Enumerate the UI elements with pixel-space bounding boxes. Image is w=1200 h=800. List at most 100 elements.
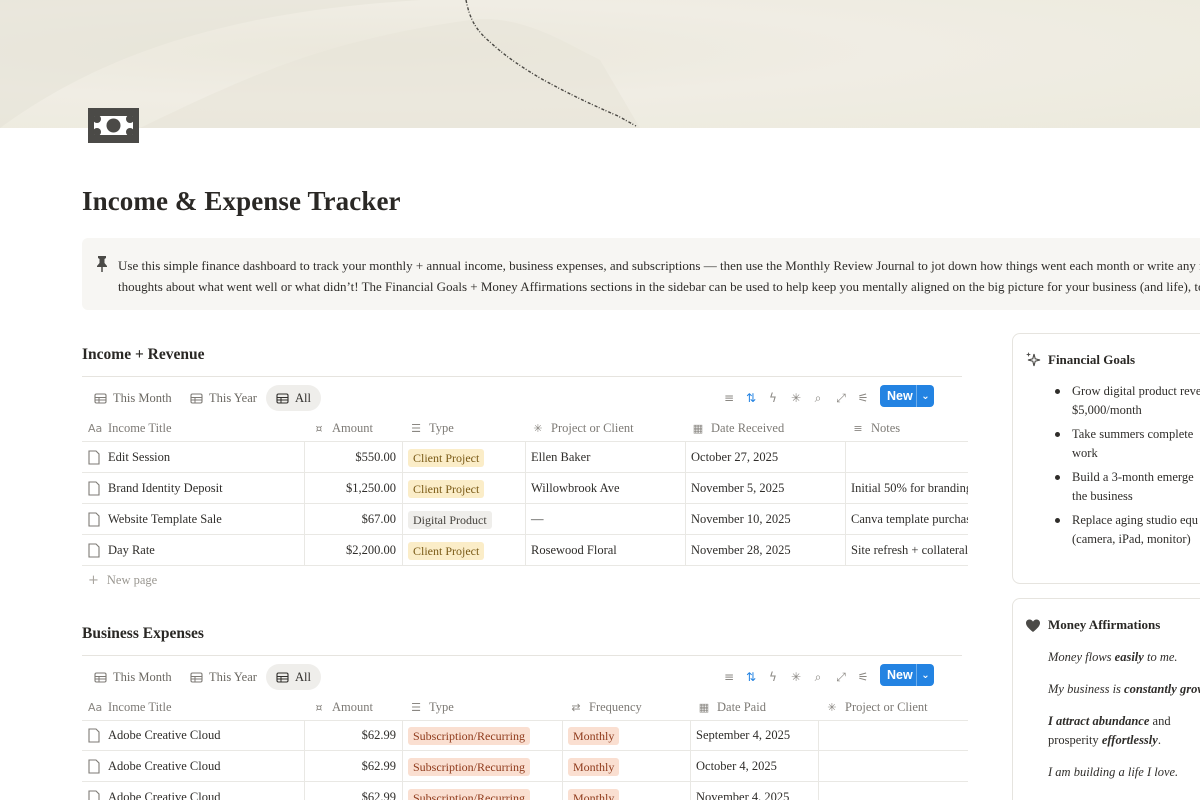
table-row[interactable]: Brand Identity Deposit $1,250.00 Client … [82,473,968,504]
table-row[interactable]: Adobe Creative Cloud $62.99 Subscription… [82,751,968,782]
cell-type[interactable]: Client Project [402,442,525,473]
column-header-notes[interactable]: ≡ Notes [845,414,900,442]
tab-this-month[interactable]: This Month [84,385,182,411]
cell-amount[interactable]: $2,200.00 [304,535,402,566]
search-icon[interactable]: ⌕ [810,669,826,685]
cell-title[interactable]: Edit Session [82,442,304,473]
cell-type[interactable]: Client Project [402,473,525,504]
cell-frequency[interactable]: Monthly [562,782,690,800]
cell-date[interactable]: November 28, 2025 [685,535,845,566]
affirmation-text: Money flows [1048,650,1115,664]
cell-project[interactable]: Willowbrook Ave [525,473,685,504]
column-header-title[interactable]: Aa Income Title [82,693,172,721]
column-header-frequency[interactable]: ⇄ Frequency [563,693,641,721]
search-icon[interactable]: ⌕ [810,390,826,406]
table-row[interactable]: Website Template Sale $67.00 Digital Pro… [82,504,968,535]
column-header-amount[interactable]: ¤ Amount [306,414,373,442]
cell-project[interactable]: Rosewood Floral [525,535,685,566]
new-button[interactable]: New ⌄ [880,385,934,407]
cell-notes[interactable]: Site refresh + collateral u [845,535,968,566]
cell-date[interactable]: November 10, 2025 [685,504,845,535]
cell-notes[interactable] [845,442,968,473]
type-tag: Subscription/Recurring [408,726,530,745]
tab-label: This Month [113,390,172,405]
heart-icon [1026,619,1040,632]
cell-project[interactable]: — [525,504,685,535]
affirmation-text: . [1157,733,1161,747]
column-header-date[interactable]: ▦ Date Paid [691,693,766,721]
sparkles-icon [1026,352,1041,367]
bullet [1055,432,1060,437]
expand-icon[interactable]: ⤢ [833,390,849,406]
column-label: Amount [332,699,373,714]
table-row[interactable]: Edit Session $550.00 Client Project Elle… [82,442,968,473]
cell-project[interactable] [818,782,968,800]
cell-project[interactable] [818,751,968,782]
page-icon [88,512,100,527]
cell-title[interactable]: Brand Identity Deposit [82,473,304,504]
tab-all[interactable]: All [266,664,321,690]
tab-all[interactable]: All [266,385,321,411]
cell-title[interactable]: Website Template Sale [82,504,304,535]
column-header-amount[interactable]: ¤ Amount [306,693,373,721]
sort-icon[interactable]: ⇅ [743,390,759,406]
table-row[interactable]: Adobe Creative Cloud $62.99 Subscription… [82,782,968,800]
column-header-date[interactable]: ▦ Date Received [685,414,784,442]
cell-type[interactable]: Subscription/Recurring [402,782,562,800]
new-page-button[interactable]: + New page [88,573,157,588]
sparkle-icon[interactable]: ✳ [788,390,804,406]
cell-title[interactable]: Adobe Creative Cloud [82,720,304,751]
new-button[interactable]: New ⌄ [880,664,934,686]
expand-icon[interactable]: ⤢ [833,669,849,685]
cell-title[interactable]: Day Rate [82,535,304,566]
cell-project[interactable] [818,720,968,751]
column-header-project[interactable]: ✳ Project or Client [525,414,633,442]
cell-date[interactable]: September 4, 2025 [690,720,818,751]
column-header-type[interactable]: ☰ Type [403,414,454,442]
cell-notes[interactable]: Initial 50% for branding [845,473,968,504]
filter-icon[interactable]: ≡ [721,669,737,685]
intro-callout: Use this simple finance dashboard to tra… [82,238,1200,310]
cell-project[interactable]: Ellen Baker [525,442,685,473]
cell-title[interactable]: Adobe Creative Cloud [82,751,304,782]
cell-amount[interactable]: $67.00 [304,504,402,535]
cell-type[interactable]: Subscription/Recurring [402,751,562,782]
lightning-icon[interactable]: ϟ [765,669,781,685]
cell-title[interactable]: Adobe Creative Cloud [82,782,304,800]
table-row[interactable]: Adobe Creative Cloud $62.99 Subscription… [82,720,968,751]
settings-icon[interactable]: ⚟ [855,390,871,406]
cell-type[interactable]: Digital Product [402,504,525,535]
page-icon [88,481,100,496]
column-header-type[interactable]: ☰ Type [403,693,454,721]
column-header-title[interactable]: Aa Income Title [82,414,172,442]
chevron-down-icon[interactable]: ⌄ [917,391,934,402]
cell-frequency[interactable]: Monthly [562,751,690,782]
cell-amount[interactable]: $550.00 [304,442,402,473]
tab-this-year[interactable]: This Year [180,664,267,690]
cell-type[interactable]: Client Project [402,535,525,566]
cell-amount[interactable]: $62.99 [304,782,402,800]
filter-icon[interactable]: ≡ [721,390,737,406]
sparkle-icon[interactable]: ✳ [788,669,804,685]
cell-date[interactable]: November 5, 2025 [685,473,845,504]
chevron-down-icon[interactable]: ⌄ [917,670,934,681]
lightning-icon[interactable]: ϟ [765,390,781,406]
cell-amount[interactable]: $1,250.00 [304,473,402,504]
sort-icon[interactable]: ⇅ [743,669,759,685]
cell-frequency[interactable]: Monthly [562,720,690,751]
frequency-tag: Monthly [568,757,620,776]
cell-date[interactable]: November 4, 2025 [690,782,818,800]
table-row[interactable]: Day Rate $2,200.00 Client Project Rosewo… [82,535,968,566]
cell-type[interactable]: Subscription/Recurring [402,720,562,751]
cell-date[interactable]: October 4, 2025 [690,751,818,782]
settings-icon[interactable]: ⚟ [855,669,871,685]
money-icon[interactable] [88,108,139,143]
cell-amount[interactable]: $62.99 [304,751,402,782]
tab-this-year[interactable]: This Year [180,385,267,411]
cell-amount[interactable]: $62.99 [304,720,402,751]
column-header-project[interactable]: ✳ Project or Client [819,693,927,721]
tab-this-month[interactable]: This Month [84,664,182,690]
tab-label: This Year [209,390,257,405]
cell-date[interactable]: October 27, 2025 [685,442,845,473]
cell-notes[interactable]: Canva template purchas [845,504,968,535]
